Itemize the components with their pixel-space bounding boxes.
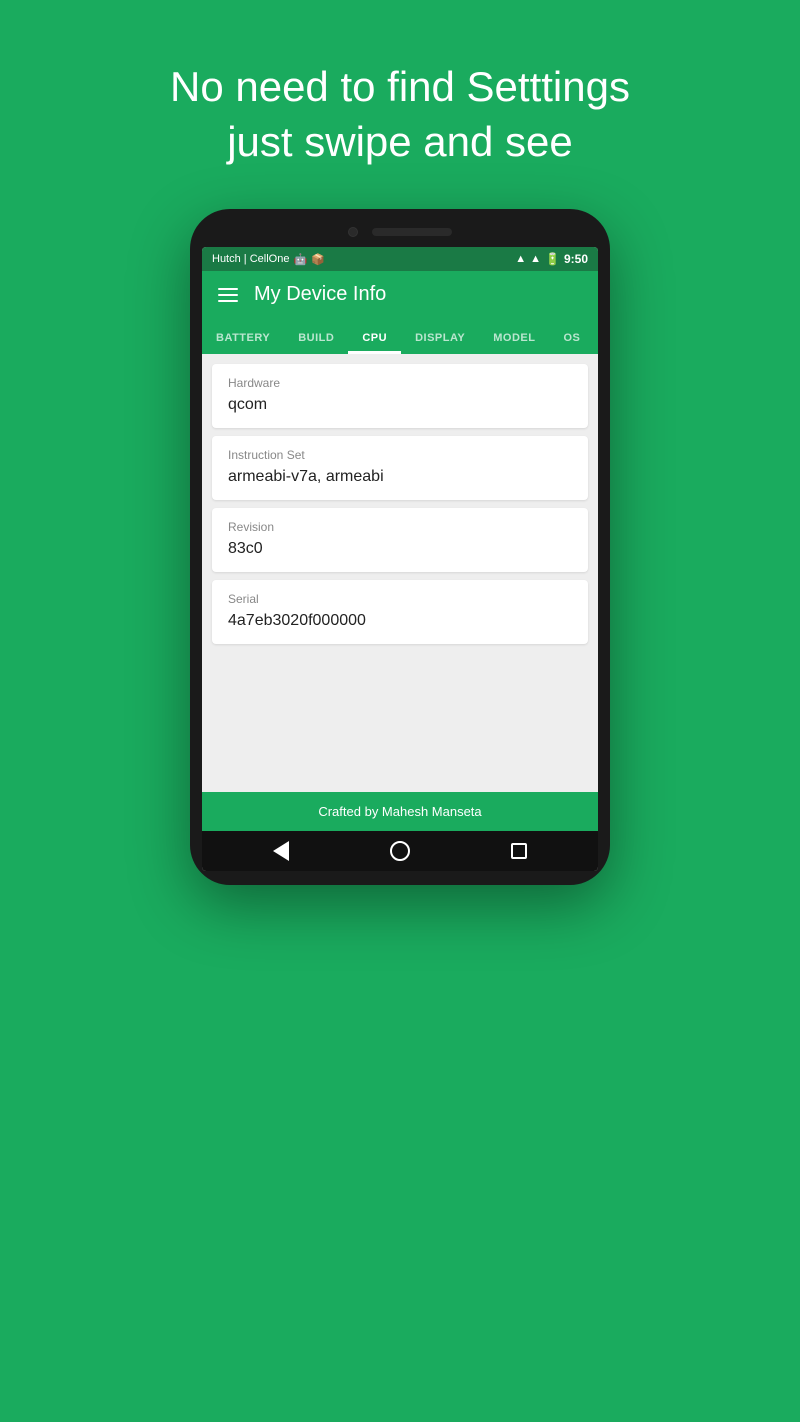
nav-bar — [202, 831, 598, 871]
app-footer: Crafted by Mahesh Manseta — [202, 792, 598, 831]
signal-icon-1: ▲ — [515, 253, 526, 265]
hardware-card: Hardware qcom — [212, 364, 588, 428]
status-right: ▲ ▲ 🔋 9:50 — [515, 252, 588, 266]
revision-card: Revision 83c0 — [212, 508, 588, 572]
menu-button[interactable] — [218, 288, 238, 302]
instruction-set-value: armeabi-v7a, armeabi — [228, 468, 572, 486]
instruction-set-label: Instruction Set — [228, 448, 572, 462]
hero-line2: just swipe and see — [227, 118, 573, 165]
tab-battery[interactable]: BATTERY — [202, 318, 284, 354]
hero-section: No need to find Setttings just swipe and… — [170, 60, 630, 169]
tab-build[interactable]: BUILD — [284, 318, 348, 354]
app-bar: My Device Info — [202, 271, 598, 318]
revision-label: Revision — [228, 520, 572, 534]
empty-space — [212, 652, 588, 782]
status-bar: Hutch | CellOne 🤖 📦 ▲ ▲ 🔋 9:50 — [202, 247, 598, 271]
footer-text: Crafted by Mahesh Manseta — [318, 804, 481, 819]
tab-cpu[interactable]: CPU — [348, 318, 401, 354]
serial-value: 4a7eb3020f000000 — [228, 612, 572, 630]
revision-value: 83c0 — [228, 540, 572, 558]
tabs-bar: BATTERY BUILD CPU DISPLAY MODEL OS — [202, 318, 598, 354]
download-icon: 📦 — [311, 253, 325, 266]
app-title: My Device Info — [254, 283, 386, 306]
time-display: 9:50 — [564, 252, 588, 266]
phone-top-hardware — [202, 227, 598, 237]
tab-os[interactable]: OS — [549, 318, 594, 354]
back-button[interactable] — [273, 841, 289, 861]
phone-shell: Hutch | CellOne 🤖 📦 ▲ ▲ 🔋 9:50 My Device… — [190, 209, 610, 885]
android-icon: 🤖 — [293, 253, 307, 266]
recents-button[interactable] — [511, 843, 527, 859]
hero-line1: No need to find Setttings — [170, 63, 630, 110]
tab-display[interactable]: DISPLAY — [401, 318, 479, 354]
hardware-value: qcom — [228, 396, 572, 414]
serial-label: Serial — [228, 592, 572, 606]
earpiece — [372, 228, 452, 236]
hardware-label: Hardware — [228, 376, 572, 390]
front-camera — [348, 227, 358, 237]
carrier-label: Hutch | CellOne — [212, 253, 289, 265]
signal-icon-2: ▲ — [530, 253, 541, 265]
status-left: Hutch | CellOne 🤖 📦 — [212, 253, 325, 266]
battery-icon: 🔋 — [545, 252, 560, 266]
home-button[interactable] — [390, 841, 410, 861]
content-area: Hardware qcom Instruction Set armeabi-v7… — [202, 354, 598, 792]
tab-model[interactable]: MODEL — [479, 318, 549, 354]
phone-screen: Hutch | CellOne 🤖 📦 ▲ ▲ 🔋 9:50 My Device… — [202, 247, 598, 871]
serial-card: Serial 4a7eb3020f000000 — [212, 580, 588, 644]
instruction-set-card: Instruction Set armeabi-v7a, armeabi — [212, 436, 588, 500]
